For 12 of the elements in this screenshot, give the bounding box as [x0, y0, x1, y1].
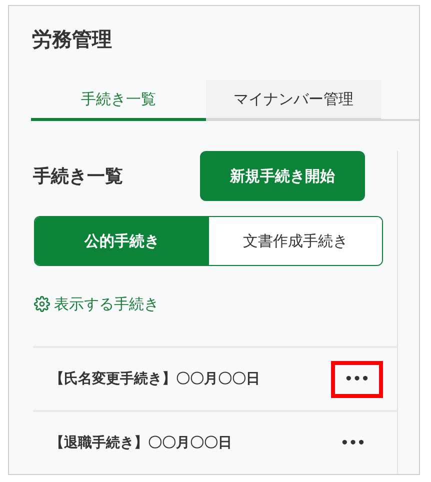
procedure-name[interactable]: 【氏名変更手続き】〇〇月〇〇日 — [50, 370, 260, 388]
tab[interactable]: マイナンバー管理 — [206, 80, 381, 120]
page-title: 労務管理 — [32, 26, 113, 53]
segment-button[interactable]: 文書作成手続き — [208, 217, 382, 265]
more-menu-button[interactable]: ••• — [327, 424, 379, 462]
segment-button[interactable]: 公的手続き — [35, 217, 208, 265]
section-heading: 手続き一覧 — [33, 165, 123, 188]
new-procedure-button[interactable]: 新規手続き開始 — [200, 151, 365, 201]
settings-link[interactable]: 表示する手続き — [54, 294, 159, 314]
more-menu-button[interactable]: ••• — [331, 360, 383, 398]
settings-icon[interactable] — [34, 296, 50, 312]
procedure-name[interactable]: 【退職手続き】〇〇月〇〇日 — [50, 434, 232, 452]
